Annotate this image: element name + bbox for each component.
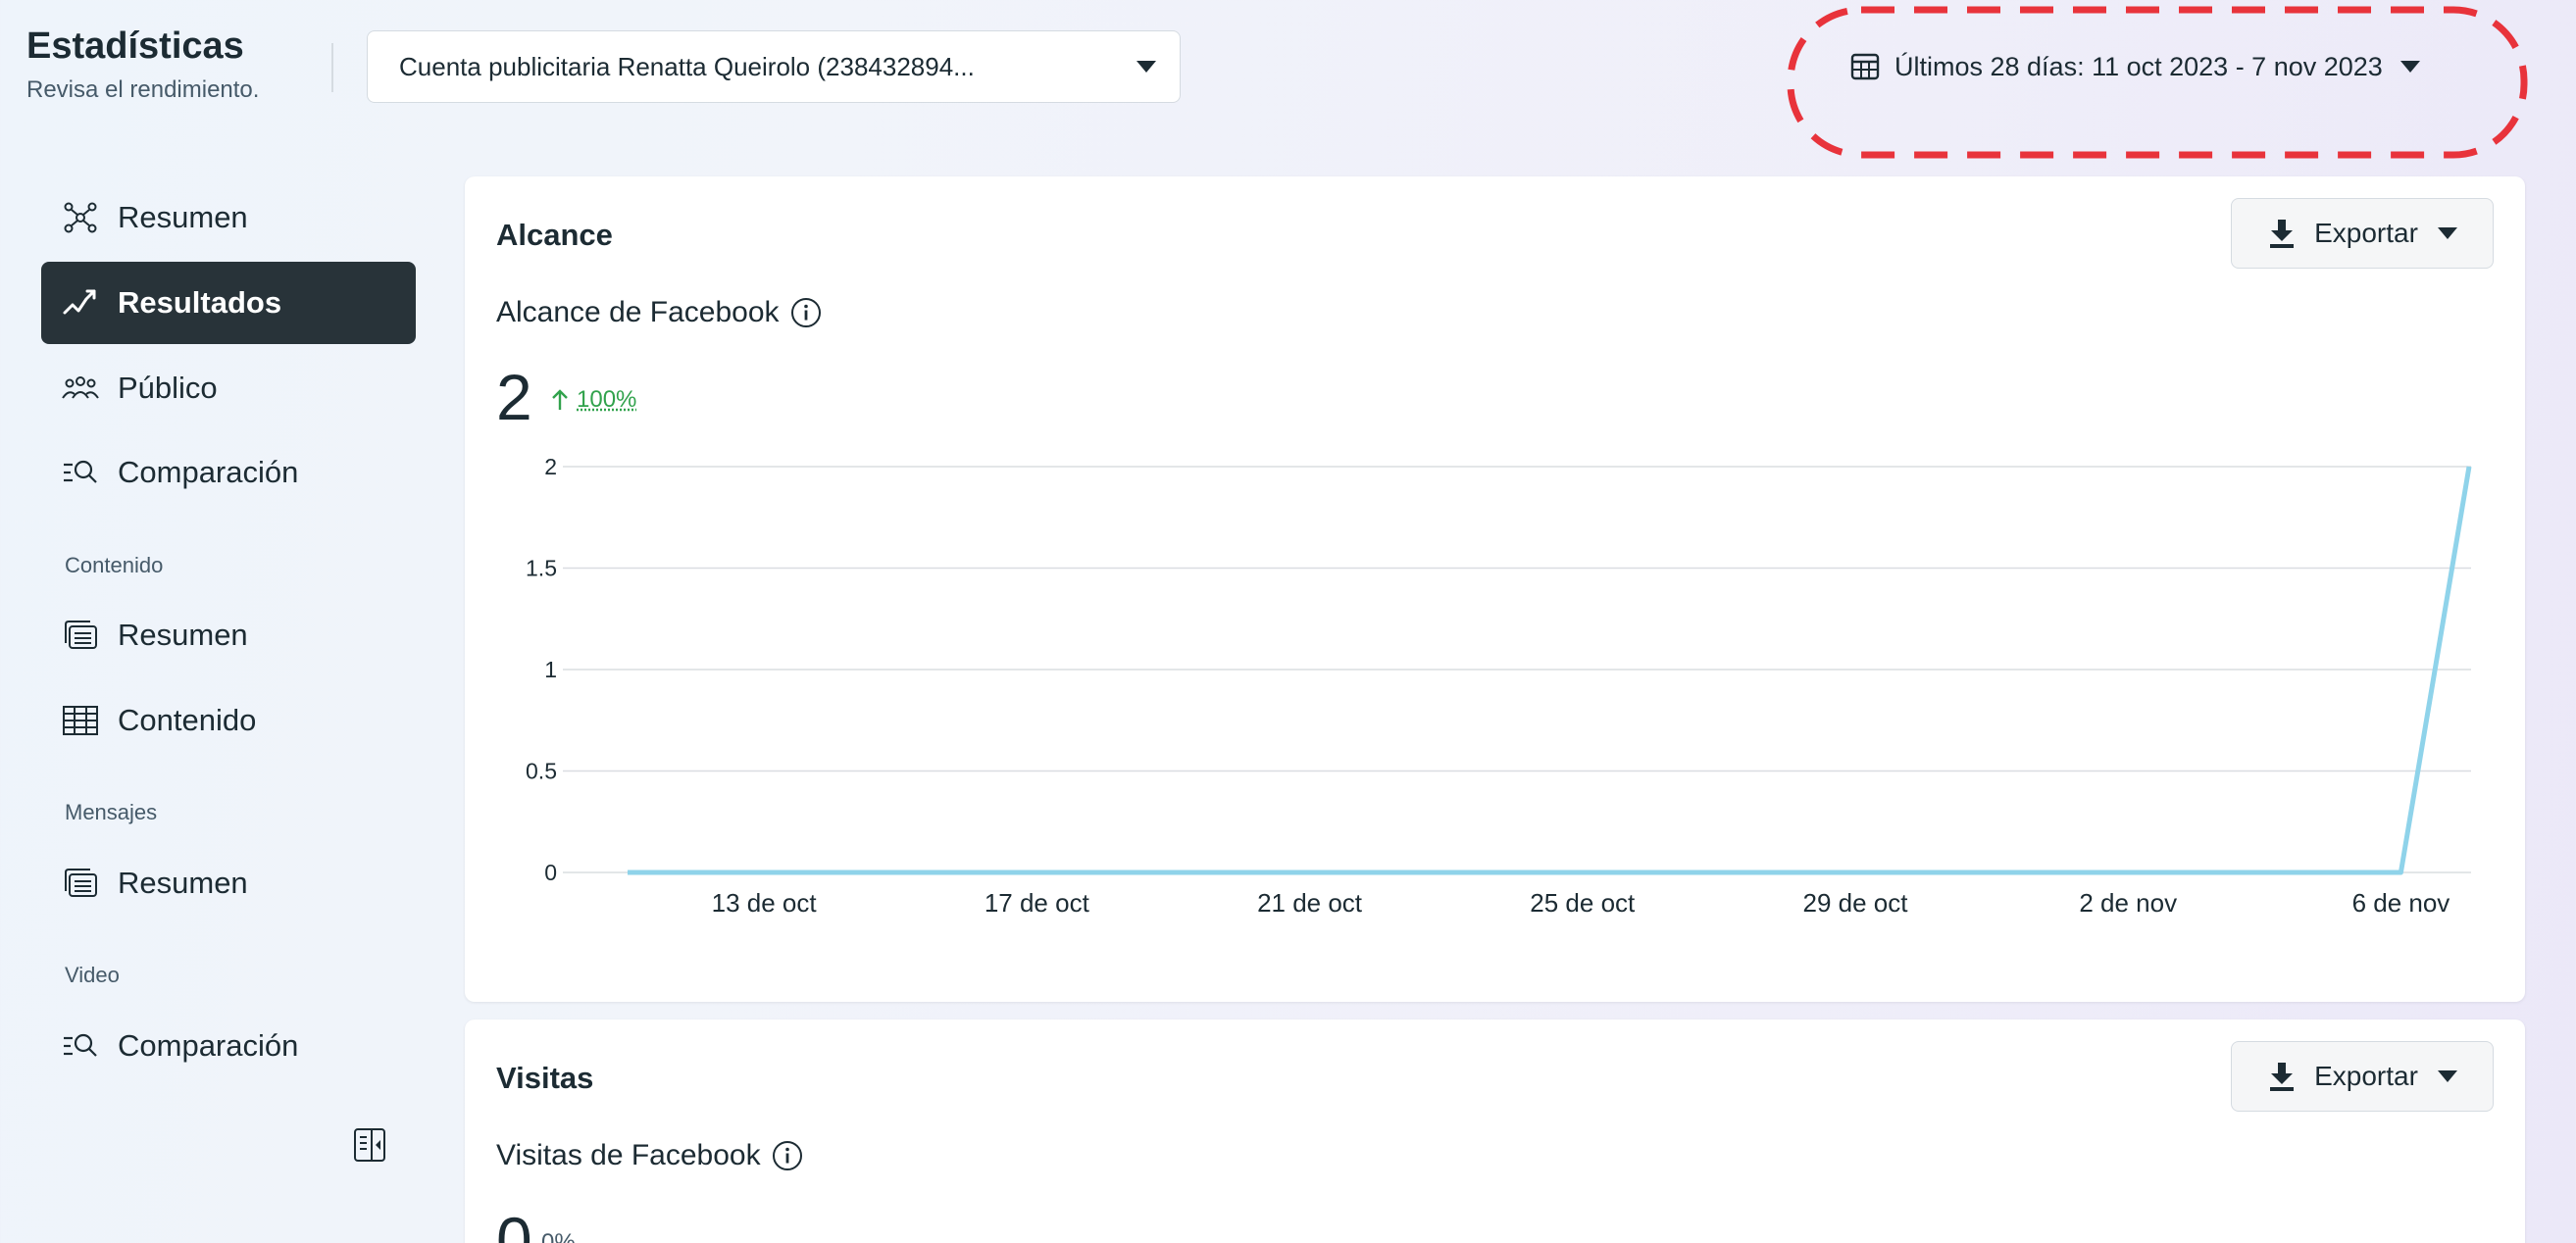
- sidebar-item-resultados[interactable]: Resultados: [41, 262, 416, 344]
- sidebar-item-label: Contenido: [118, 703, 257, 737]
- export-label: Exportar: [2314, 1061, 2418, 1091]
- y-tick-label: 2: [544, 454, 557, 479]
- visits-card-title: Visitas: [496, 1061, 594, 1095]
- x-tick-label: 29 de oct: [1803, 888, 1909, 918]
- calendar-table-icon: [1850, 53, 1880, 80]
- sidebar-item-label: Resumen: [118, 618, 248, 652]
- date-range-label: Últimos 28 días: 11 oct 2023 - 7 nov 202…: [1894, 51, 2383, 81]
- content-card-icon: [59, 614, 102, 657]
- chevron-down-icon: [2399, 61, 2420, 73]
- visits-card: Visitas Exportar Visitas de Facebook 0 0…: [465, 1019, 2525, 1243]
- reach-line-chart: 0 0.5 1 1.5 2 13 de oct 17 de oct 21 de oct 25 d…: [526, 454, 2472, 918]
- x-tick-label: 13 de oct: [712, 888, 818, 918]
- y-tick-label: 0.5: [526, 759, 557, 784]
- account-select[interactable]: Cuenta publicitaria Renatta Queirolo (23…: [367, 30, 1181, 103]
- account-select-label: Cuenta publicitaria Renatta Queirolo (23…: [399, 51, 975, 81]
- x-tick-label: 17 de oct: [985, 888, 1090, 918]
- download-icon: [2270, 1063, 2295, 1091]
- sidebar-item-label: Resumen: [118, 200, 248, 234]
- sidebar-section-video: Video: [65, 963, 120, 987]
- sidebar-item-label: Comparación: [118, 1028, 299, 1063]
- metric-change: 0%: [541, 1229, 576, 1243]
- compare-icon: [59, 1024, 102, 1068]
- sidebar-item-resumen[interactable]: Resumen: [41, 176, 416, 259]
- x-tick-label: 6 de nov: [2352, 888, 2450, 918]
- network-icon: [59, 196, 102, 239]
- sidebar-item-label: Resumen: [118, 866, 248, 900]
- metric-value: 0: [496, 1204, 532, 1243]
- sidebar-item-label: Público: [118, 371, 218, 405]
- y-tick-label: 1: [544, 657, 557, 682]
- collapse-sidebar-button[interactable]: [350, 1125, 389, 1169]
- info-icon[interactable]: [771, 1139, 804, 1172]
- sidebar-item-publico[interactable]: Público: [41, 347, 416, 429]
- sidebar-item-mensajes-resumen[interactable]: Resumen: [41, 842, 416, 924]
- trend-icon: [59, 281, 102, 324]
- metric-change-percent: 0%: [541, 1229, 576, 1243]
- metric-label: Visitas de Facebook: [496, 1139, 804, 1172]
- compare-icon: [59, 451, 102, 494]
- chevron-down-icon: [2437, 1070, 2457, 1082]
- date-range-picker[interactable]: Últimos 28 días: 11 oct 2023 - 7 nov 202…: [1849, 47, 2420, 86]
- x-tick-label: 2 de nov: [2079, 888, 2177, 918]
- collapse-panel-icon: [354, 1128, 385, 1162]
- x-tick-label: 21 de oct: [1257, 888, 1363, 918]
- chevron-down-icon: [1136, 61, 1156, 73]
- sidebar-section-contenido: Contenido: [65, 553, 164, 577]
- table-icon: [59, 699, 102, 742]
- sidebar-item-contenido[interactable]: Contenido: [41, 679, 416, 762]
- export-button[interactable]: Exportar: [2231, 1041, 2494, 1112]
- sidebar-item-contenido-resumen[interactable]: Resumen: [41, 594, 416, 676]
- reach-card: Alcance Exportar Alcance de Facebook 2 1…: [465, 176, 2525, 1002]
- sidebar-item-video-comparacion[interactable]: Comparación: [41, 1005, 416, 1087]
- sidebar-item-label: Comparación: [118, 455, 299, 489]
- y-tick-label: 0: [544, 860, 557, 885]
- metric-label-text: Visitas de Facebook: [496, 1139, 761, 1171]
- y-tick-label: 1.5: [526, 556, 557, 581]
- sidebar-item-label: Resultados: [118, 285, 282, 320]
- sidebar-item-comparacion[interactable]: Comparación: [41, 431, 416, 514]
- x-tick-label: 25 de oct: [1530, 888, 1636, 918]
- sidebar-section-mensajes: Mensajes: [65, 800, 158, 824]
- message-card-icon: [59, 862, 102, 905]
- people-icon: [59, 367, 102, 410]
- sidebar: Resumen Resultados Público Comparación C…: [0, 0, 431, 1243]
